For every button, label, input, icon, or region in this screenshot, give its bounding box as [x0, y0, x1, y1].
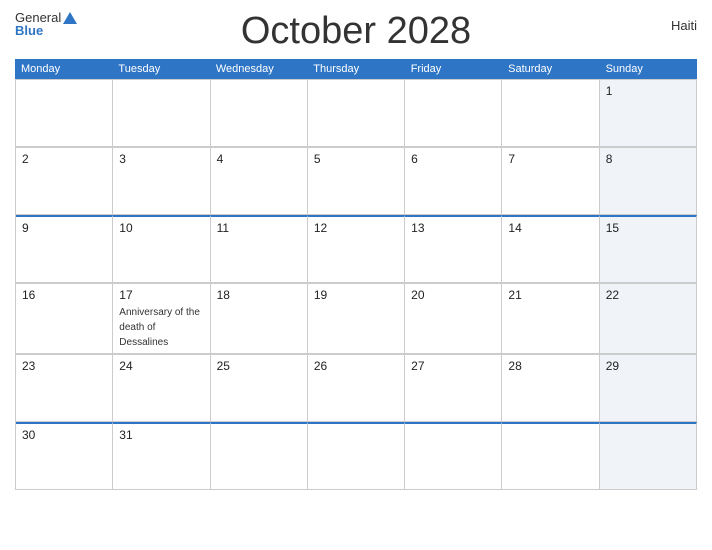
day-cell: 2 [16, 147, 113, 215]
day-number: 23 [22, 359, 106, 373]
day-cell: 10 [113, 215, 210, 283]
day-cell: 28 [502, 354, 599, 422]
day-cell: 16 [16, 283, 113, 354]
day-cell: 5 [308, 147, 405, 215]
day-number: 22 [606, 288, 690, 302]
day-number: 10 [119, 221, 203, 235]
day-number: 31 [119, 428, 203, 442]
month-title: October 2028 [241, 10, 471, 53]
day-cell: 24 [113, 354, 210, 422]
calendar-container: General Blue October 2028 Haiti Monday T… [0, 0, 712, 550]
day-cell: 9 [16, 215, 113, 283]
day-cell: 4 [211, 147, 308, 215]
country-label: Haiti [671, 18, 697, 33]
day-header-monday: Monday [15, 59, 112, 79]
day-header-friday: Friday [405, 59, 502, 79]
day-number: 26 [314, 359, 398, 373]
day-cell [600, 422, 697, 490]
day-number: 25 [217, 359, 301, 373]
day-number: 16 [22, 288, 106, 302]
day-number: 6 [411, 152, 495, 166]
day-number: 21 [508, 288, 592, 302]
day-cell: 15 [600, 215, 697, 283]
day-number: 1 [606, 84, 690, 98]
day-number: 12 [314, 221, 398, 235]
day-number: 7 [508, 152, 592, 166]
day-number: 15 [606, 221, 690, 235]
day-cell: 6 [405, 147, 502, 215]
day-header-tuesday: Tuesday [112, 59, 209, 79]
day-number: 11 [217, 221, 301, 235]
day-number: 20 [411, 288, 495, 302]
day-number: 9 [22, 221, 106, 235]
day-cell: 14 [502, 215, 599, 283]
day-number: 13 [411, 221, 495, 235]
day-number: 3 [119, 152, 203, 166]
day-cell: 21 [502, 283, 599, 354]
day-cell: 20 [405, 283, 502, 354]
day-cell: 11 [211, 215, 308, 283]
day-number: 19 [314, 288, 398, 302]
calendar-header: General Blue October 2028 Haiti [15, 10, 697, 53]
day-number: 8 [606, 152, 690, 166]
day-number: 4 [217, 152, 301, 166]
day-cell: 22 [600, 283, 697, 354]
days-header: Monday Tuesday Wednesday Thursday Friday… [15, 59, 697, 79]
day-number: 24 [119, 359, 203, 373]
day-cell: 29 [600, 354, 697, 422]
day-cell [211, 79, 308, 147]
day-number: 29 [606, 359, 690, 373]
day-cell: 3 [113, 147, 210, 215]
day-number: 14 [508, 221, 592, 235]
day-cell: 31 [113, 422, 210, 490]
day-number: 17 [119, 288, 203, 302]
day-cell: 12 [308, 215, 405, 283]
event-text: Anniversary of the death of Dessalines [119, 307, 200, 348]
calendar-grid: 1234567891011121314151617Anniversary of … [15, 79, 697, 490]
day-cell: 30 [16, 422, 113, 490]
logo: General Blue [15, 10, 77, 37]
day-number: 2 [22, 152, 106, 166]
logo-general-text: General [15, 11, 61, 24]
day-number: 28 [508, 359, 592, 373]
day-number: 27 [411, 359, 495, 373]
day-cell [308, 422, 405, 490]
day-cell: 23 [16, 354, 113, 422]
logo-triangle-icon [63, 12, 77, 24]
day-number: 30 [22, 428, 106, 442]
day-header-thursday: Thursday [307, 59, 404, 79]
day-cell [502, 79, 599, 147]
day-cell: 27 [405, 354, 502, 422]
logo-blue-text: Blue [15, 24, 43, 37]
day-cell: 8 [600, 147, 697, 215]
day-number: 5 [314, 152, 398, 166]
day-cell: 7 [502, 147, 599, 215]
day-cell: 18 [211, 283, 308, 354]
day-header-sunday: Sunday [600, 59, 697, 79]
day-cell: 1 [600, 79, 697, 147]
day-cell [308, 79, 405, 147]
day-cell: 26 [308, 354, 405, 422]
day-header-wednesday: Wednesday [210, 59, 307, 79]
day-cell [405, 422, 502, 490]
day-cell [502, 422, 599, 490]
day-number: 18 [217, 288, 301, 302]
day-cell [113, 79, 210, 147]
day-cell [16, 79, 113, 147]
day-header-saturday: Saturday [502, 59, 599, 79]
day-cell: 25 [211, 354, 308, 422]
day-cell [211, 422, 308, 490]
day-cell: 19 [308, 283, 405, 354]
day-cell: 17 Anniversary of the death of Dessalines [113, 283, 210, 354]
day-cell: 13 [405, 215, 502, 283]
day-cell [405, 79, 502, 147]
